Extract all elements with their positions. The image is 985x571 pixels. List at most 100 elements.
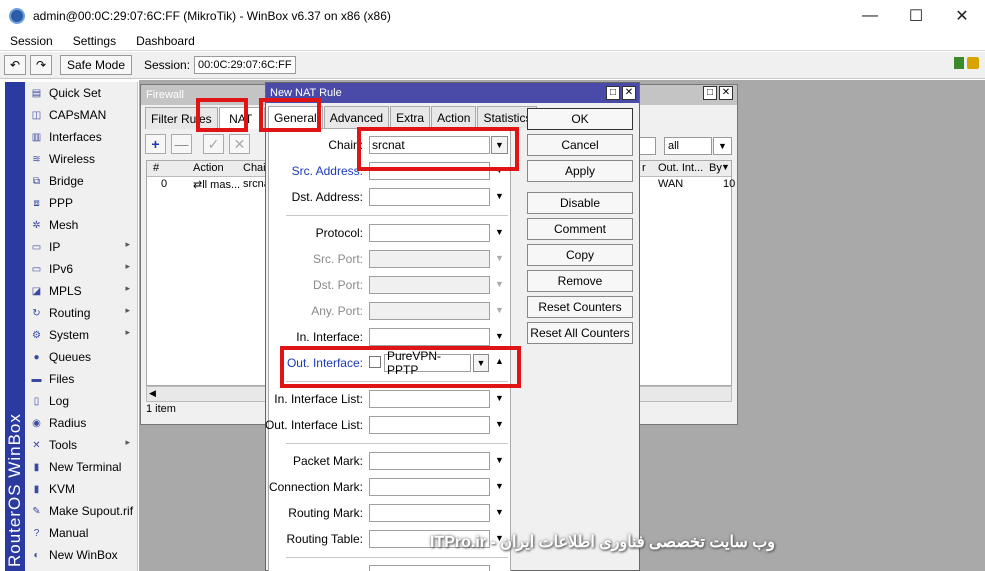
sidebar-item-kvm[interactable]: ▮ KVM xyxy=(25,478,137,500)
sidebar-item-label: Quick Set xyxy=(49,86,102,100)
remove-icon[interactable]: — xyxy=(171,134,192,154)
src-port-dropdown-icon[interactable]: ▼ xyxy=(495,253,505,263)
sidebar-item-tools[interactable]: ✕ Tools ▸ xyxy=(25,434,137,456)
enable-icon[interactable]: ✓ xyxy=(203,134,224,154)
col-bytes[interactable]: By xyxy=(709,162,722,174)
sidebar-item-routing[interactable]: ↻ Routing ▸ xyxy=(25,302,137,324)
sidebar-item-quick-set[interactable]: ▤ Quick Set xyxy=(25,82,137,104)
reset-all-counters-button[interactable]: Reset All Counters xyxy=(527,322,633,344)
sidebar-item-bridge[interactable]: ⧉ Bridge xyxy=(25,170,137,192)
sidebar-item-interfaces[interactable]: ▥ Interfaces xyxy=(25,126,137,148)
tab-action[interactable]: Action xyxy=(431,106,477,128)
safe-mode-button[interactable]: Safe Mode xyxy=(60,55,132,75)
apply-button[interactable]: Apply xyxy=(527,160,633,182)
sidebar-item-files[interactable]: ▬ Files xyxy=(25,368,137,390)
reset-counters-button[interactable]: Reset Counters xyxy=(527,296,633,318)
sidebar-item-make-supout-rif[interactable]: ✎ Make Supout.rif xyxy=(25,500,137,522)
routing-mark-field[interactable] xyxy=(369,504,490,522)
out-interface-negate-checkbox[interactable] xyxy=(369,356,381,368)
disable-button[interactable]: Disable xyxy=(527,192,633,214)
nat-close-icon[interactable]: ✕ xyxy=(622,86,636,100)
sidebar-item-system[interactable]: ⚙ System ▸ xyxy=(25,324,137,346)
src-address-field[interactable] xyxy=(369,162,490,180)
remove-button[interactable]: Remove xyxy=(527,270,633,292)
firewall-maximize-icon[interactable]: □ xyxy=(703,86,717,100)
any-port-dropdown-icon[interactable]: ▼ xyxy=(495,305,505,315)
dst-port-field[interactable] xyxy=(369,276,490,294)
connection-mark-field[interactable] xyxy=(369,478,490,496)
next-field[interactable] xyxy=(369,565,490,571)
dst-address-dropdown-icon[interactable]: ▼ xyxy=(495,191,505,201)
sidebar-item-ppp[interactable]: ⧈ PPP xyxy=(25,192,137,214)
add-icon[interactable]: + xyxy=(145,134,166,154)
firewall-close-icon[interactable]: ✕ xyxy=(719,86,733,100)
protocol-field[interactable] xyxy=(369,224,490,242)
copy-button[interactable]: Copy xyxy=(527,244,633,266)
tab-extra[interactable]: Extra xyxy=(390,106,431,128)
undo-icon[interactable]: ↶ xyxy=(4,55,26,75)
sidebar-item-queues[interactable]: ● Queues xyxy=(25,346,137,368)
session-field[interactable]: 00:0C:29:07:6C:FF xyxy=(194,56,296,74)
cancel-button[interactable]: Cancel xyxy=(527,134,633,156)
nat-maximize-icon[interactable]: □ xyxy=(606,86,620,100)
tab-general[interactable]: General xyxy=(268,106,323,128)
out-interface-field[interactable]: PurеVPN-PPTP xyxy=(384,349,471,377)
in-interface-field[interactable] xyxy=(369,328,490,346)
routing-mark-dropdown-icon[interactable]: ▼ xyxy=(495,507,505,517)
vertical-branding-bar: RouterOS WinBox xyxy=(5,82,25,571)
columns-dropdown-icon[interactable]: ▼ xyxy=(721,162,730,172)
in-interface-dropdown-icon[interactable]: ▼ xyxy=(495,331,505,341)
tab-advanced[interactable]: Advanced xyxy=(323,106,390,128)
sidebar-item-new-winbox[interactable]: ◐ New WinBox xyxy=(25,544,137,566)
src-address-dropdown-icon[interactable]: ▼ xyxy=(495,165,505,175)
ok-button[interactable]: OK xyxy=(527,108,633,130)
sidebar-item-mesh[interactable]: ✲ Mesh xyxy=(25,214,137,236)
redo-icon[interactable]: ↷ xyxy=(30,55,52,75)
out-interface-list-field[interactable] xyxy=(369,416,490,434)
col-num[interactable]: # xyxy=(153,162,159,174)
dst-port-dropdown-icon[interactable]: ▼ xyxy=(495,279,505,289)
chain-field[interactable]: srcnat xyxy=(369,136,490,154)
any-port-field[interactable] xyxy=(369,302,490,320)
sidebar-item-ipv6[interactable]: ▭ IPv6 ▸ xyxy=(25,258,137,280)
sidebar-item-wireless[interactable]: ≋ Wireless xyxy=(25,148,137,170)
dst-address-field[interactable] xyxy=(369,188,490,206)
sidebar-item-manual[interactable]: ? Manual xyxy=(25,522,137,544)
src-port-field[interactable] xyxy=(369,250,490,268)
general-form: Chain: srcnat ▼ Src. Address: ▼ Dst. Add… xyxy=(265,128,521,571)
scroll-left-icon[interactable]: ◀ xyxy=(149,388,156,399)
in-interface-list-field[interactable] xyxy=(369,390,490,408)
connection-mark-dropdown-icon[interactable]: ▼ xyxy=(495,481,505,491)
maximize-icon[interactable]: ☐ xyxy=(893,0,939,31)
col-out-int[interactable]: Out. Int... xyxy=(658,162,703,174)
minimize-icon[interactable]: — xyxy=(847,0,893,31)
col-action[interactable]: Action xyxy=(193,162,224,174)
tab-nat[interactable]: NAT xyxy=(218,107,263,129)
out-interface-dropdown-icon[interactable]: ▼ xyxy=(473,354,489,372)
filter-select[interactable]: all xyxy=(664,137,712,155)
comment-button[interactable]: Comment xyxy=(527,218,633,240)
in-interface-list-dropdown-icon[interactable]: ▼ xyxy=(495,393,505,403)
tab-filter-rules[interactable]: Filter Rules xyxy=(145,107,218,129)
nat-dialog-tabs: General Advanced Extra Action Statistics xyxy=(268,106,538,128)
menu-dashboard[interactable]: Dashboard xyxy=(126,34,205,48)
filter-dropdown-icon[interactable]: ▼ xyxy=(713,137,732,155)
packet-mark-dropdown-icon[interactable]: ▼ xyxy=(495,455,505,465)
close-icon[interactable]: ✕ xyxy=(939,0,985,31)
menu-settings[interactable]: Settings xyxy=(63,34,126,48)
sidebar-item-capsman[interactable]: ◫ CAPsMAN xyxy=(25,104,137,126)
protocol-dropdown-icon[interactable]: ▼ xyxy=(495,227,505,237)
sidebar-item-new-terminal[interactable]: ▮ New Terminal xyxy=(25,456,137,478)
winbox-app-icon xyxy=(9,7,25,24)
sidebar-item-log[interactable]: ▯ Log xyxy=(25,390,137,412)
sidebar-item-ip[interactable]: ▭ IP ▸ xyxy=(25,236,137,258)
sidebar-item-mpls[interactable]: ◪ MPLS ▸ xyxy=(25,280,137,302)
out-interface-collapse-icon[interactable]: ▲ xyxy=(495,356,504,366)
col-r[interactable]: r xyxy=(642,162,646,174)
menu-session[interactable]: Session xyxy=(0,34,63,48)
disable-icon[interactable]: ✕ xyxy=(229,134,250,154)
sidebar-item-radius[interactable]: ◉ Radius xyxy=(25,412,137,434)
packet-mark-field[interactable] xyxy=(369,452,490,470)
chain-dropdown-icon[interactable]: ▼ xyxy=(491,136,508,154)
out-interface-list-dropdown-icon[interactable]: ▼ xyxy=(495,419,505,429)
